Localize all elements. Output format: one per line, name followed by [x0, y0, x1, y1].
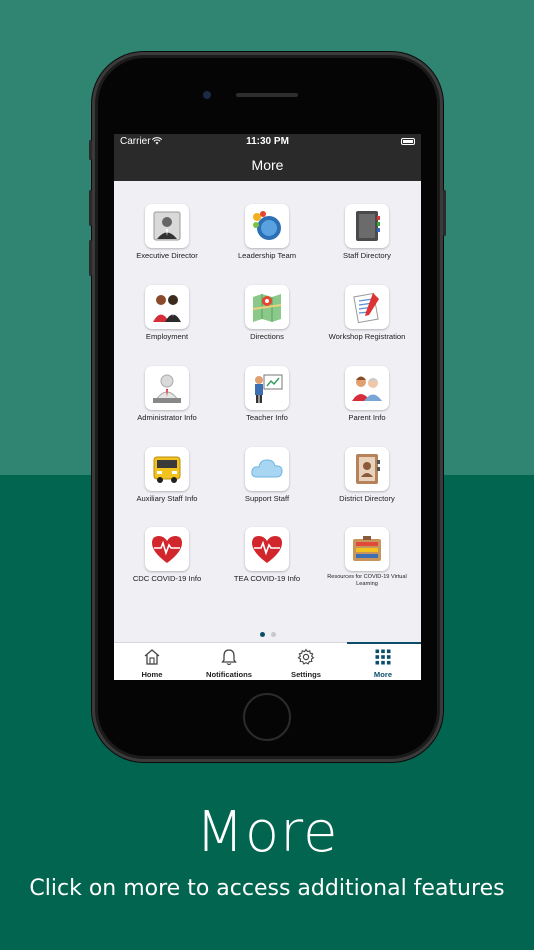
nav-title: More — [114, 150, 421, 181]
tab-notifications[interactable]: Notifications — [191, 643, 267, 680]
grid-item-label: TEA COVID-19 Info — [233, 574, 301, 583]
grid-item-label: Parent Info — [348, 413, 386, 422]
tile — [345, 285, 389, 329]
tea-covid-heart-icon — [252, 536, 282, 563]
home-hardware-button[interactable] — [243, 693, 291, 741]
grid-item-administrator-info[interactable]: Administrator Info — [116, 366, 218, 423]
auxiliary-staff-bus-icon — [153, 456, 181, 483]
grid-item-tea-covid-info[interactable]: TEA COVID-19 Info — [216, 527, 318, 584]
tab-more[interactable]: More — [345, 642, 421, 680]
grid-item-employment[interactable]: Employment — [116, 285, 218, 342]
tab-label: Settings — [291, 670, 321, 679]
front-camera — [203, 91, 211, 99]
support-staff-cloud-icon — [251, 459, 283, 478]
grid-item-label: Auxiliary Staff Info — [136, 494, 198, 503]
tile — [345, 366, 389, 410]
tile — [145, 447, 189, 491]
grid-item-label: Executive Director — [136, 251, 198, 260]
parent-info-icon — [352, 376, 382, 401]
tile — [245, 366, 289, 410]
page-dot-active[interactable] — [259, 632, 265, 637]
mute-switch — [89, 140, 92, 160]
grid-item-workshop-registration[interactable]: Workshop Registration — [316, 285, 418, 342]
battery-icon — [401, 138, 415, 145]
grid-item-label: Leadership Team — [237, 251, 297, 260]
tile — [245, 527, 289, 571]
tile — [145, 366, 189, 410]
leadership-team-icon — [253, 211, 281, 240]
volume-down-button — [89, 240, 92, 276]
volume-up-button — [89, 190, 92, 226]
grid-item-label: Employment — [145, 332, 189, 341]
grid-item-virtual-learning-resources[interactable]: Resources for COVID-19 Virtual Learning — [316, 527, 418, 588]
grid-item-label: Directions — [250, 332, 284, 341]
virtual-learning-resources-icon — [353, 536, 381, 561]
tile — [345, 447, 389, 491]
tab-settings[interactable]: Settings — [268, 643, 344, 680]
gear-icon — [297, 648, 315, 665]
status-bar: Carrier 11:30 PM — [114, 134, 421, 150]
directions-map-icon — [252, 294, 282, 322]
workshop-registration-icon — [353, 292, 379, 324]
tile — [245, 285, 289, 329]
grid-item-label: Teacher Info — [246, 413, 288, 422]
administrator-info-icon — [153, 374, 181, 403]
tab-home[interactable]: Home — [114, 643, 190, 680]
caption-subtitle: Click on more to access additional featu… — [29, 876, 505, 901]
tab-bar: Home Notifications Settings More — [114, 642, 421, 680]
grid-item-label: CDC COVID-19 Info — [132, 574, 202, 583]
grid-item-support-staff[interactable]: Support Staff — [216, 447, 318, 504]
page-dot[interactable] — [270, 632, 276, 637]
employment-icon — [153, 295, 181, 322]
grid-item-auxiliary-staff-info[interactable]: Auxiliary Staff Info — [116, 447, 218, 504]
grid-item-district-directory[interactable]: District Directory — [316, 447, 418, 504]
app-screen: Carrier 11:30 PM More Executive Director — [114, 134, 421, 680]
tile — [345, 527, 389, 571]
grid-item-leadership-team[interactable]: Leadership Team — [216, 204, 318, 261]
teacher-info-icon — [255, 374, 283, 403]
grid-item-label: Staff Directory — [343, 251, 391, 260]
executive-director-icon — [153, 211, 181, 241]
grid-item-label: Workshop Registration — [328, 332, 406, 341]
tab-label: More — [373, 670, 393, 679]
page-indicator — [114, 624, 421, 642]
grid-item-label: District Directory — [339, 494, 395, 503]
grid-icon — [375, 649, 391, 665]
grid-item-label: Support Staff — [244, 494, 290, 503]
cdc-covid-heart-icon — [152, 536, 182, 563]
grid-item-label: Administrator Info — [137, 413, 197, 422]
grid-item-cdc-covid-info[interactable]: CDC COVID-19 Info — [116, 527, 218, 584]
earpiece-speaker — [236, 93, 298, 97]
grid-item-executive-director[interactable]: Executive Director — [116, 204, 218, 261]
tab-label: Notifications — [206, 670, 252, 679]
tile — [245, 447, 289, 491]
grid-item-directions[interactable]: Directions — [216, 285, 318, 342]
caption-title: More — [195, 800, 339, 865]
tile — [145, 204, 189, 248]
tile — [145, 285, 189, 329]
grid-item-label: Resources for COVID-19 Virtual Learning — [327, 574, 407, 587]
tile — [145, 527, 189, 571]
grid-item-parent-info[interactable]: Parent Info — [316, 366, 418, 423]
grid-item-staff-directory[interactable]: Staff Directory — [316, 204, 418, 261]
staff-directory-icon — [356, 211, 380, 241]
district-directory-icon — [356, 454, 380, 484]
clock: 11:30 PM — [246, 136, 289, 147]
home-icon — [144, 649, 160, 665]
tile — [245, 204, 289, 248]
grid-item-teacher-info[interactable]: Teacher Info — [216, 366, 318, 423]
power-button — [443, 190, 446, 236]
bell-icon — [221, 649, 237, 666]
tab-label: Home — [141, 670, 163, 679]
tile — [345, 204, 389, 248]
